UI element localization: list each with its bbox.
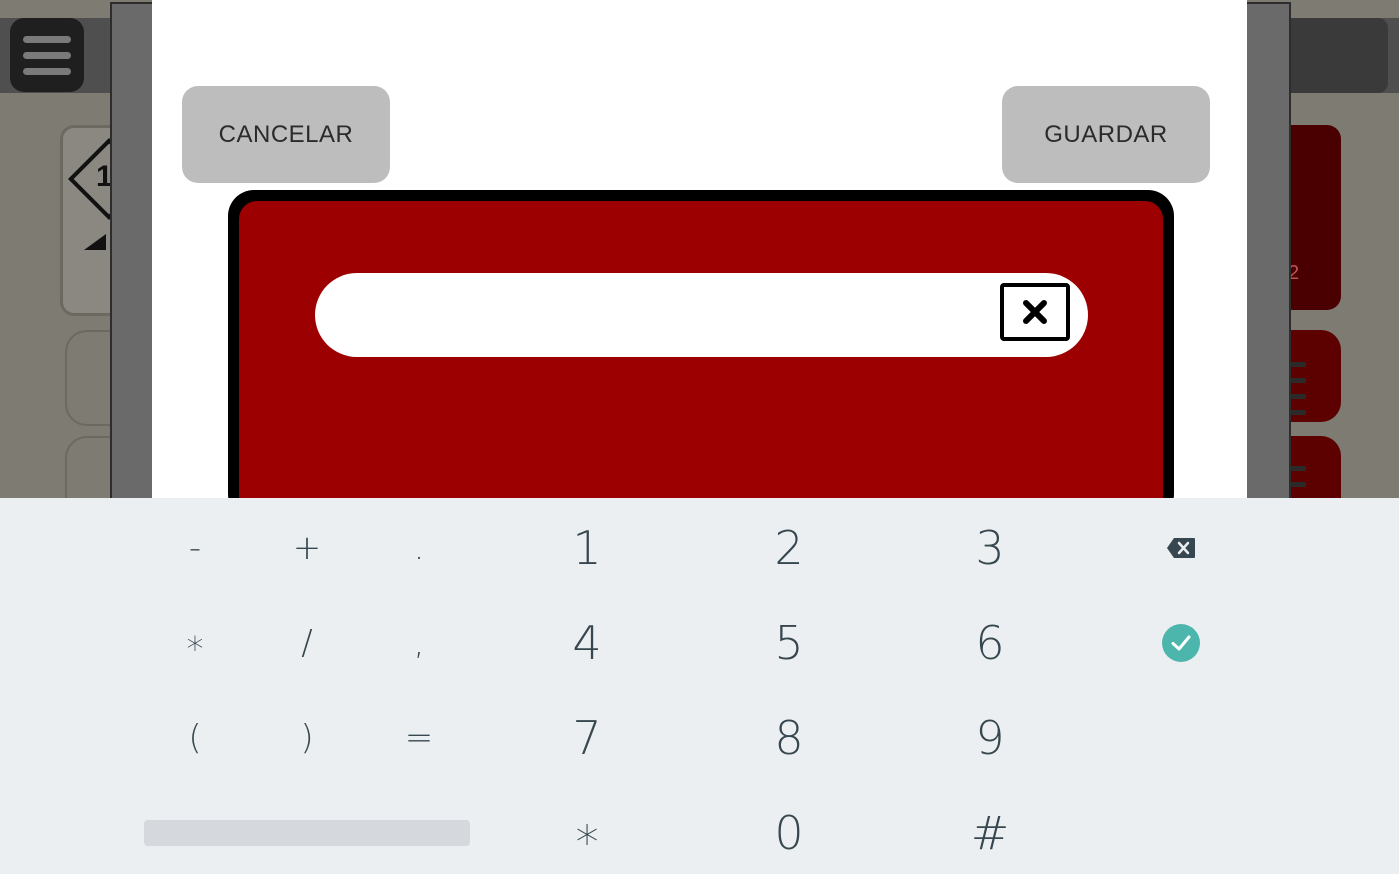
key-star[interactable]: ∗ (532, 793, 642, 873)
key-8[interactable]: 8 (734, 698, 844, 778)
key-period[interactable]: . (364, 508, 474, 588)
app-top-bar-right (1288, 18, 1388, 93)
key-plus[interactable]: + (252, 508, 362, 588)
key-3[interactable]: 3 (935, 508, 1045, 588)
key-0[interactable]: 0 (734, 793, 844, 873)
key-9[interactable]: 9 (935, 698, 1045, 778)
key-close-paren[interactable]: ) (252, 698, 362, 778)
triangle-icon (84, 234, 106, 250)
text-input-container (315, 273, 1088, 357)
key-open-paren[interactable]: ( (140, 698, 250, 778)
numeric-keyboard: - + . 1 2 3 ∗ / , 4 5 6 ( ) = 7 8 9 ∗ 0 … (0, 498, 1399, 874)
space-key[interactable] (144, 820, 470, 846)
key-asterisk[interactable]: ∗ (140, 603, 250, 683)
key-1[interactable]: 1 (532, 508, 642, 588)
key-7[interactable]: 7 (532, 698, 642, 778)
save-button[interactable]: GUARDAR (1002, 86, 1210, 183)
key-2[interactable]: 2 (734, 508, 844, 588)
key-equals[interactable]: = (364, 698, 474, 778)
hamburger-menu-icon[interactable] (10, 18, 84, 92)
cancel-button[interactable]: CANCELAR (182, 86, 390, 183)
key-5[interactable]: 5 (734, 603, 844, 683)
text-input[interactable] (345, 287, 989, 345)
key-minus[interactable]: - (140, 508, 250, 588)
clipboard-button (1286, 330, 1341, 422)
clear-icon[interactable] (1000, 283, 1070, 341)
check-circle-icon[interactable] (1126, 603, 1236, 683)
backspace-icon[interactable] (1126, 508, 1236, 588)
dialog-side-left (110, 2, 156, 506)
key-6[interactable]: 6 (935, 603, 1045, 683)
key-comma[interactable]: , (364, 603, 474, 683)
dialog-side-right (1245, 2, 1291, 506)
red-panel-inner (239, 201, 1163, 520)
key-slash[interactable]: / (252, 603, 362, 683)
key-4[interactable]: 4 (532, 603, 642, 683)
key-hash[interactable]: # (935, 793, 1045, 873)
